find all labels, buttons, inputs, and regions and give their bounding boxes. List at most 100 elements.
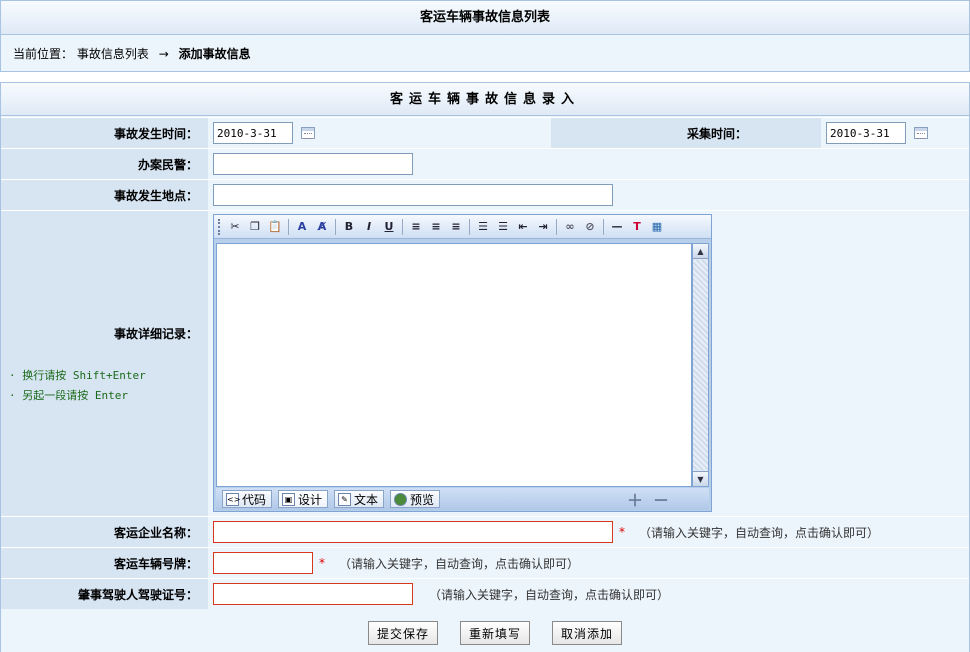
breadcrumb-arrow-icon: →: [158, 47, 169, 61]
breadcrumb-current: 添加事故信息: [178, 47, 251, 61]
mode-preview-button[interactable]: 预览: [390, 490, 441, 508]
editor-mode-bar: <> 代码 ▣ 设计 ✎ 文本 预览 ＋ －: [216, 488, 709, 510]
cut-icon[interactable]: ✂: [226, 218, 244, 236]
underline-icon[interactable]: U: [380, 218, 398, 236]
ordered-list-icon[interactable]: ☰: [474, 218, 492, 236]
design-icon: ▣: [282, 492, 296, 506]
editor-toolbar: ✂ ❐ 📋 A A̸ B I U ≡ ≡ ≡ ☰ ☰ ⇤ ⇥ ∞ ⊘ — T ▦: [214, 215, 711, 239]
breadcrumb: 当前位置： 事故信息列表 → 添加事故信息: [1, 35, 969, 62]
paste-icon[interactable]: 📋: [266, 218, 284, 236]
breadcrumb-prefix: 当前位置：: [13, 47, 74, 61]
page-title: 客运车辆事故信息列表: [1, 1, 969, 35]
collect-time-cell: [822, 118, 969, 148]
mode-design-button[interactable]: ▣ 设计: [278, 490, 329, 508]
accident-time-input[interactable]: [213, 122, 293, 144]
align-left-icon[interactable]: ≡: [407, 218, 425, 236]
breadcrumb-parent-link[interactable]: 事故信息列表: [77, 47, 149, 61]
location-cell: [209, 180, 969, 210]
detail-cell: ✂ ❐ 📋 A A̸ B I U ≡ ≡ ≡ ☰ ☰ ⇤ ⇥ ∞ ⊘ — T ▦…: [209, 211, 969, 516]
text-icon: ✎: [338, 492, 352, 506]
outdent-icon[interactable]: ⇤: [514, 218, 532, 236]
form-row-location: 事故发生地点：: [1, 179, 969, 210]
editor-scrollbar[interactable]: ▲ ▼: [692, 243, 709, 487]
calendar-icon[interactable]: [914, 127, 928, 139]
company-label: 客运企业名称：: [1, 517, 208, 547]
align-center-icon[interactable]: ≡: [427, 218, 445, 236]
mode-preview-label: 预览: [410, 492, 435, 507]
form-title: 客运车辆事故信息录入: [1, 83, 969, 116]
text-color-icon[interactable]: T: [628, 218, 646, 236]
collect-time-input[interactable]: [826, 122, 906, 144]
unlink-icon[interactable]: ⊘: [581, 218, 599, 236]
italic-icon[interactable]: I: [360, 218, 378, 236]
plate-input[interactable]: [213, 552, 313, 574]
tip-newline: · 换行请按 Shift+Enter: [9, 369, 146, 382]
font-icon[interactable]: A: [293, 218, 311, 236]
mode-text-button[interactable]: ✎ 文本: [334, 490, 385, 508]
company-input[interactable]: [213, 521, 613, 543]
form-row-company: 客运企业名称： * （请输入关键字，自动查询，点击确认即可）: [1, 516, 969, 547]
driver-license-hint: （请输入关键字，自动查询，点击确认即可）: [429, 587, 670, 602]
mode-code-button[interactable]: <> 代码: [222, 490, 273, 508]
zoom-controls: ＋ －: [627, 487, 669, 511]
form-actions: 提交保存 重新填写 取消添加: [1, 614, 969, 652]
scroll-track[interactable]: [693, 260, 708, 470]
preview-icon: [394, 492, 408, 506]
driver-license-cell: （请输入关键字，自动查询，点击确认即可）: [209, 579, 969, 609]
toolbar-divider: [402, 218, 403, 235]
submit-button[interactable]: 提交保存: [367, 621, 438, 645]
plate-label: 客运车辆号牌：: [1, 548, 208, 578]
detail-label-cell: 事故详细记录： · 换行请按 Shift+Enter · 另起一段请按 Ente…: [1, 211, 208, 516]
zoom-in-icon[interactable]: ＋: [627, 487, 643, 511]
mode-design-label: 设计: [298, 492, 323, 507]
link-icon[interactable]: ∞: [561, 218, 579, 236]
required-mark: *: [619, 525, 625, 539]
plate-hint: （请输入关键字，自动查询，点击确认即可）: [339, 556, 580, 571]
officer-input[interactable]: [213, 153, 413, 175]
code-icon: <>: [226, 492, 241, 506]
copy-icon[interactable]: ❐: [246, 218, 264, 236]
unordered-list-icon[interactable]: ☰: [494, 218, 512, 236]
editor-tips: · 换行请按 Shift+Enter · 另起一段请按 Enter: [9, 366, 146, 406]
company-cell: * （请输入关键字，自动查询，点击确认即可）: [209, 517, 969, 547]
driver-license-label: 肇事驾驶人驾驶证号：: [1, 579, 208, 609]
form-row-driver-license: 肇事驾驶人驾驶证号： （请输入关键字，自动查询，点击确认即可）: [1, 578, 969, 609]
required-mark: *: [319, 556, 325, 570]
tip-paragraph: · 另起一段请按 Enter: [9, 389, 128, 402]
zoom-out-icon[interactable]: －: [653, 487, 669, 511]
scroll-down-icon[interactable]: ▼: [693, 471, 708, 486]
editor-content-area[interactable]: [216, 243, 692, 487]
location-input[interactable]: [213, 184, 613, 206]
calendar-icon[interactable]: [301, 127, 315, 139]
toolbar-divider: [469, 218, 470, 235]
driver-license-input[interactable]: [213, 583, 413, 605]
detail-label: 事故详细记录：: [113, 327, 198, 341]
indent-icon[interactable]: ⇥: [534, 218, 552, 236]
company-hint: （请输入关键字，自动查询，点击确认即可）: [639, 525, 880, 540]
remove-format-icon[interactable]: A̸: [313, 218, 331, 236]
officer-cell: [209, 149, 969, 179]
bold-icon[interactable]: B: [340, 218, 358, 236]
form-row-time: 事故发生时间： 采集时间：: [1, 117, 969, 148]
list-header-panel: 客运车辆事故信息列表 当前位置： 事故信息列表 → 添加事故信息: [0, 0, 970, 72]
collect-time-label: 采集时间：: [551, 118, 821, 148]
toolbar-divider: [335, 218, 336, 235]
toolbar-grip-icon: [218, 218, 221, 235]
toolbar-divider: [556, 218, 557, 235]
form-row-officer: 办案民警：: [1, 148, 969, 179]
form-row-plate: 客运车辆号牌： * （请输入关键字，自动查询，点击确认即可）: [1, 547, 969, 578]
officer-label: 办案民警：: [1, 149, 208, 179]
accident-time-label: 事故发生时间：: [1, 118, 208, 148]
align-right-icon[interactable]: ≡: [447, 218, 465, 236]
form-row-detail: 事故详细记录： · 换行请按 Shift+Enter · 另起一段请按 Ente…: [1, 210, 969, 516]
cancel-button[interactable]: 取消添加: [552, 621, 623, 645]
plate-cell: * （请输入关键字，自动查询，点击确认即可）: [209, 548, 969, 578]
accident-form-panel: 客运车辆事故信息录入 事故发生时间： 采集时间： 办案民警： 事故发生地点： 事…: [0, 82, 970, 652]
mode-code-label: 代码: [242, 492, 267, 507]
scroll-up-icon[interactable]: ▲: [693, 244, 708, 259]
background-color-icon[interactable]: ▦: [648, 218, 666, 236]
reset-button[interactable]: 重新填写: [459, 621, 530, 645]
rich-text-editor: ✂ ❐ 📋 A A̸ B I U ≡ ≡ ≡ ☰ ☰ ⇤ ⇥ ∞ ⊘ — T ▦…: [213, 214, 712, 512]
mode-text-label: 文本: [354, 492, 379, 507]
horizontal-rule-icon[interactable]: —: [608, 218, 626, 236]
